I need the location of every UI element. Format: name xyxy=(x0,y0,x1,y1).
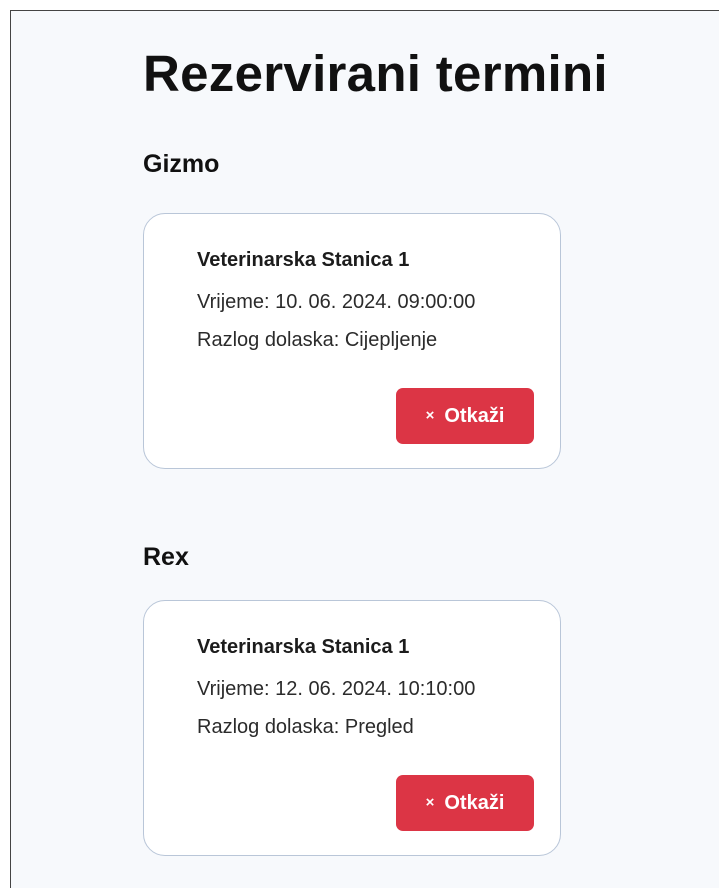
cancel-button-label: Otkaži xyxy=(444,404,505,427)
appointment-card: Veterinarska Stanica 1 Vrijeme: 12. 06. … xyxy=(143,600,561,856)
cancel-button-label: Otkaži xyxy=(444,791,505,814)
clinic-name: Veterinarska Stanica 1 xyxy=(197,636,410,658)
pet-name: Rex xyxy=(143,543,189,571)
appointment-card: Veterinarska Stanica 1 Vrijeme: 10. 06. … xyxy=(143,213,561,469)
appointment-group-rex: Rex Veterinarska Stanica 1 Vrijeme: 12. … xyxy=(143,542,563,856)
appointment-group-gizmo: Gizmo Veterinarska Stanica 1 Vrijeme: 10… xyxy=(143,149,563,469)
pet-name: Gizmo xyxy=(143,150,220,178)
clinic-name: Veterinarska Stanica 1 xyxy=(197,249,410,271)
appointment-time: Vrijeme: 10. 06. 2024. 09:00:00 xyxy=(197,291,476,313)
main-content: Rezervirani termini Gizmo Veterinarska S… xyxy=(143,43,703,856)
appointment-time: Vrijeme: 12. 06. 2024. 10:10:00 xyxy=(197,678,476,700)
close-icon: × xyxy=(425,793,435,811)
page-frame: Rezervirani termini Gizmo Veterinarska S… xyxy=(10,10,719,888)
cancel-button[interactable]: × Otkaži xyxy=(396,388,534,444)
appointment-reason: Razlog dolaska: Cijepljenje xyxy=(197,329,438,351)
cancel-button[interactable]: × Otkaži xyxy=(396,775,534,831)
close-icon: × xyxy=(425,406,435,424)
page-title: Rezervirani termini xyxy=(143,45,608,102)
appointment-reason: Razlog dolaska: Pregled xyxy=(197,716,414,738)
